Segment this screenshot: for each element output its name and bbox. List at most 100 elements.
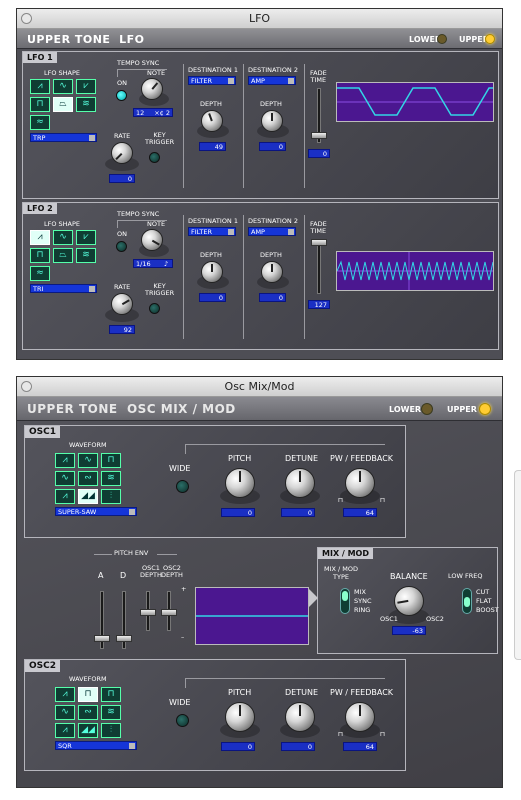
lower-led-button[interactable]: [437, 34, 447, 44]
tempo-sync-on-button[interactable]: [116, 241, 127, 252]
rate-knob[interactable]: [111, 142, 133, 164]
decay-fader[interactable]: [116, 635, 132, 642]
depth1-knob[interactable]: [201, 110, 223, 132]
waveform-sine-button[interactable]: ∾: [78, 705, 98, 720]
osc1-depth-fader[interactable]: [140, 609, 156, 616]
waveform-square-button[interactable]: ⊓: [101, 453, 121, 468]
detune-value[interactable]: 0: [281, 508, 315, 517]
lfo-shape-select[interactable]: TRI: [30, 284, 97, 293]
fade-time-value[interactable]: 127: [308, 300, 330, 309]
depth2-knob[interactable]: [261, 261, 283, 283]
destination2-select[interactable]: AMP: [248, 76, 296, 85]
waveform-pwm-button[interactable]: ∾: [78, 471, 98, 486]
lfo-shape-sh-button[interactable]: ≈: [30, 115, 50, 130]
depth2-value[interactable]: 0: [259, 293, 286, 302]
lfo-shape-sine-button[interactable]: ∿: [53, 79, 73, 94]
upper-led-button[interactable]: [479, 403, 491, 415]
osc2-depth-fader[interactable]: [161, 609, 177, 616]
waveform-saw-button[interactable]: ⩘: [55, 687, 75, 702]
rate-value[interactable]: 92: [109, 325, 135, 334]
pitch-knob[interactable]: [225, 702, 255, 732]
pw-feedback-value[interactable]: 64: [343, 508, 377, 517]
low-freq-switch[interactable]: [462, 588, 472, 614]
waveform-noise-button[interactable]: ≋: [101, 471, 121, 486]
waveform-fm-button[interactable]: ⩘: [55, 723, 75, 738]
waveform-triangle-button[interactable]: ∿: [55, 471, 75, 486]
fade-time-value[interactable]: 0: [308, 149, 330, 158]
tempo-sync-on-button[interactable]: [116, 90, 127, 101]
lfo-shape-select[interactable]: TRP: [30, 133, 97, 142]
key-trigger-label: KEY TRIGGER: [145, 131, 175, 146]
lfo-shape-ramp-button[interactable]: ⩗: [76, 79, 96, 94]
note-knob[interactable]: [141, 229, 163, 251]
rate-knob[interactable]: [111, 293, 133, 315]
waveform-pcm-button[interactable]: ⫶: [101, 723, 121, 738]
lfo-shape-random-button[interactable]: ≋: [76, 248, 96, 263]
depth1-knob[interactable]: [201, 261, 223, 283]
note-value[interactable]: 12 ×¢ 2: [133, 108, 173, 117]
waveform-sine-button[interactable]: ∿: [78, 453, 98, 468]
waveform-select[interactable]: SUPER-SAW: [55, 507, 137, 516]
waveform-supersaw-button[interactable]: ◢◢: [78, 489, 98, 504]
window-close-button[interactable]: [21, 381, 32, 392]
dropdown-arrow-icon: [228, 229, 234, 235]
depth2-value[interactable]: 0: [259, 142, 286, 151]
waveform-noise-button[interactable]: ≋: [101, 705, 121, 720]
rate-value[interactable]: 0: [109, 174, 135, 183]
waveform-saw-button[interactable]: ⩘: [55, 453, 75, 468]
on-label: ON: [117, 79, 127, 87]
attack-fader[interactable]: [94, 635, 110, 642]
lfo-shape-square-button[interactable]: ⊓: [30, 248, 50, 263]
waveform-pcm-button[interactable]: ⫶: [101, 489, 121, 504]
destination2-select[interactable]: AMP: [248, 227, 296, 236]
note-value[interactable]: 1/16 ♪: [133, 259, 173, 268]
detune-knob[interactable]: [285, 468, 315, 498]
depth1-value[interactable]: 49: [199, 142, 226, 151]
lfo2-tag: LFO 2: [23, 203, 57, 214]
lfo-shape-sh-button[interactable]: ≈: [30, 266, 50, 281]
pitch-value[interactable]: 0: [221, 742, 255, 751]
detune-knob[interactable]: [285, 702, 315, 732]
balance-value[interactable]: -63: [392, 626, 426, 635]
pw-feedback-knob[interactable]: [345, 468, 375, 498]
note-knob[interactable]: [141, 78, 163, 100]
waveform-pwm-button[interactable]: ⊓: [101, 687, 121, 702]
depth1-value[interactable]: 0: [199, 293, 226, 302]
key-trigger-button[interactable]: [149, 303, 160, 314]
lfo-shape-triangle-button[interactable]: ⩘: [30, 230, 50, 245]
lfo-shape-trapezoid-button[interactable]: ⏢: [53, 248, 73, 263]
detune-value[interactable]: 0: [281, 742, 315, 751]
waveform-select[interactable]: SQR: [55, 741, 137, 750]
lfo-shape-sine-button[interactable]: ∿: [53, 230, 73, 245]
destination1-select[interactable]: FILTER: [188, 227, 236, 236]
fade-time-fader[interactable]: [311, 239, 327, 246]
waveform-fm-button[interactable]: ⩘: [55, 489, 75, 504]
lfo-shape-ramp-button[interactable]: ⩗: [76, 230, 96, 245]
depth2-knob[interactable]: [261, 110, 283, 132]
destination1-label: DESTINATION 1: [188, 217, 238, 225]
dropdown-arrow-icon: [288, 78, 294, 84]
key-trigger-button[interactable]: [149, 152, 160, 163]
waveform-supersaw-button[interactable]: ◢◢: [78, 723, 98, 738]
lfo-shape-saw-button[interactable]: ⩘: [30, 79, 50, 94]
pitch-value[interactable]: 0: [221, 508, 255, 517]
pitch-env-section: PITCH ENV A D OSC1 DEPTH OSC2 DEPTH + –: [87, 547, 317, 657]
lfo-shape-trapezoid-button[interactable]: ⏢: [53, 97, 73, 112]
lfo-shape-random-button[interactable]: ≋: [76, 97, 96, 112]
destination1-select[interactable]: FILTER: [188, 76, 236, 85]
fade-time-fader[interactable]: [311, 132, 327, 139]
pw-feedback-value[interactable]: 64: [343, 742, 377, 751]
window-close-button[interactable]: [21, 13, 32, 24]
upper-led-button[interactable]: [485, 34, 495, 44]
pw-feedback-knob[interactable]: [345, 702, 375, 732]
mixmod-type-switch[interactable]: [340, 588, 350, 614]
waveform-triangle-button[interactable]: ∿: [55, 705, 75, 720]
page-scrollbar[interactable]: [514, 470, 521, 660]
lfo-shape-square-button[interactable]: ⊓: [30, 97, 50, 112]
balance-knob[interactable]: [394, 586, 424, 616]
waveform-square-button[interactable]: ⊓: [78, 687, 98, 702]
wide-button[interactable]: [176, 480, 189, 493]
wide-button[interactable]: [176, 714, 189, 727]
pitch-knob[interactable]: [225, 468, 255, 498]
lower-led-button[interactable]: [421, 403, 433, 415]
